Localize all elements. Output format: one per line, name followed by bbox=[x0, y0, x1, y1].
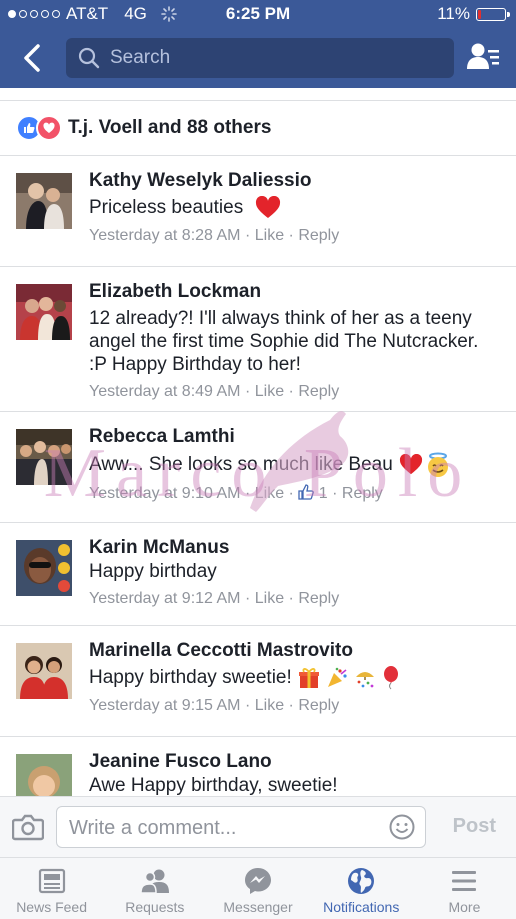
comment-item: Jeanine Fusco Lano Awe Happy birthday, s… bbox=[0, 737, 516, 796]
battery-icon bbox=[476, 7, 510, 21]
top-nav-bar bbox=[0, 28, 516, 88]
comment-input[interactable] bbox=[67, 816, 381, 841]
comment-text: Awe Happy birthday, sweetie! bbox=[89, 775, 338, 796]
thumbs-up-icon bbox=[298, 484, 315, 500]
avatar[interactable] bbox=[16, 643, 72, 699]
comment-item: Elizabeth Lockman 12 already?! I'll alwa… bbox=[0, 267, 516, 412]
tab-notifications[interactable]: Notifications bbox=[310, 858, 413, 919]
like-link[interactable]: Like bbox=[255, 590, 284, 607]
comment-timestamp: Yesterday at 9:10 AM bbox=[89, 485, 241, 502]
reply-link[interactable]: Reply bbox=[298, 590, 339, 607]
comment-meta: Yesterday at 8:49 AM · Like · Reply bbox=[89, 383, 340, 400]
battery-percent: 11% bbox=[437, 4, 470, 23]
top-divider bbox=[0, 88, 516, 101]
tab-requests[interactable]: Requests bbox=[103, 858, 206, 919]
comment-meta: Yesterday at 8:28 AM · Like · Reply bbox=[89, 227, 340, 244]
comment-meta: Yesterday at 9:10 AM · Like · 1 · Reply bbox=[89, 484, 383, 502]
search-input[interactable] bbox=[108, 46, 432, 70]
comment-timestamp: Yesterday at 9:15 AM bbox=[89, 697, 241, 714]
like-link[interactable]: Like bbox=[255, 383, 284, 400]
comment-item: Karin McManus Happy birthday Yesterday a… bbox=[0, 523, 516, 626]
tab-more[interactable]: More bbox=[413, 858, 516, 919]
comment-timestamp: Yesterday at 9:12 AM bbox=[89, 590, 241, 607]
comment-input-box[interactable] bbox=[56, 806, 426, 848]
comment-text: Happy birthday bbox=[89, 561, 217, 582]
comment-author[interactable]: Karin McManus bbox=[89, 536, 500, 560]
comment-text: Aww... She looks so much like Beau bbox=[89, 452, 500, 478]
status-bar: AT&T 4G 6:25 PM 11% bbox=[0, 0, 516, 28]
comment-author[interactable]: Marinella Ceccotti Mastrovito bbox=[89, 639, 500, 663]
comment-item: Marinella Ceccotti Mastrovito Happy birt… bbox=[0, 626, 516, 737]
avatar[interactable] bbox=[16, 429, 72, 485]
emoji-smiley-icon[interactable] bbox=[389, 814, 415, 840]
comment-text: Happy birthday sweetie! bbox=[89, 666, 500, 690]
avatar[interactable] bbox=[16, 754, 72, 796]
news-feed-icon bbox=[38, 868, 65, 894]
confetti-ball-icon bbox=[355, 672, 374, 688]
tab-messenger[interactable]: Messenger bbox=[206, 858, 309, 919]
friends-icon bbox=[140, 869, 169, 894]
reactions-text[interactable]: T.j. Voell and 88 others bbox=[68, 117, 271, 139]
gift-icon bbox=[298, 668, 319, 688]
reply-link[interactable]: Reply bbox=[298, 697, 339, 714]
comment-meta: Yesterday at 9:12 AM · Like · Reply bbox=[89, 590, 340, 607]
comment-author[interactable]: Rebecca Lamthi bbox=[89, 425, 500, 449]
angel-face-icon bbox=[427, 452, 448, 477]
reply-link[interactable]: Reply bbox=[298, 227, 339, 244]
bottom-tab-bar: News Feed Requests Messenger Notificatio… bbox=[0, 857, 516, 919]
comment-text: 12 already?! I'll always think of her as… bbox=[89, 308, 479, 375]
comment-item: Kathy Weselyk Daliessio Priceless beauti… bbox=[0, 156, 516, 267]
balloon-icon bbox=[383, 666, 398, 690]
love-reaction-icon bbox=[36, 115, 62, 141]
back-arrow-icon[interactable] bbox=[18, 42, 48, 74]
comments-list: Kathy Weselyk Daliessio Priceless beauti… bbox=[0, 156, 516, 796]
like-link[interactable]: Like bbox=[255, 227, 284, 244]
messenger-icon bbox=[245, 868, 271, 894]
post-button[interactable]: Post bbox=[453, 815, 496, 838]
comment-author[interactable]: Kathy Weselyk Daliessio bbox=[89, 169, 500, 193]
avatar[interactable] bbox=[16, 284, 72, 340]
party-popper-icon bbox=[327, 667, 347, 687]
comment-author[interactable]: Jeanine Fusco Lano bbox=[89, 750, 500, 774]
like-link[interactable]: Like bbox=[255, 485, 284, 502]
red-heart-icon bbox=[256, 196, 281, 218]
tab-label: Notifications bbox=[323, 899, 400, 915]
globe-icon bbox=[348, 868, 375, 894]
comment-author[interactable]: Elizabeth Lockman bbox=[89, 280, 500, 304]
tab-label: Requests bbox=[125, 899, 185, 915]
search-bar[interactable] bbox=[66, 38, 454, 78]
comment-composer: Post bbox=[0, 796, 516, 857]
avatar[interactable] bbox=[16, 540, 72, 596]
menu-icon bbox=[452, 871, 477, 891]
comment-timestamp: Yesterday at 8:28 AM bbox=[89, 227, 241, 244]
comment-text: Priceless beauties bbox=[89, 196, 500, 220]
comment-meta: Yesterday at 9:15 AM · Like · Reply bbox=[89, 697, 340, 714]
reaction-icons bbox=[16, 115, 62, 141]
search-icon bbox=[78, 47, 100, 69]
friends-list-icon[interactable] bbox=[466, 41, 500, 75]
battery-info: 11% bbox=[437, 4, 510, 24]
like-link[interactable]: Like bbox=[255, 697, 284, 714]
tab-label: Messenger bbox=[223, 899, 293, 915]
red-heart-icon bbox=[399, 454, 422, 475]
reactions-summary[interactable]: T.j. Voell and 88 others bbox=[0, 101, 516, 156]
tab-news-feed[interactable]: News Feed bbox=[0, 858, 103, 919]
reply-link[interactable]: Reply bbox=[342, 485, 383, 502]
like-count[interactable]: 1 bbox=[319, 485, 328, 502]
comment-timestamp: Yesterday at 8:49 AM bbox=[89, 383, 241, 400]
tab-label: News Feed bbox=[16, 899, 87, 915]
comment-item: Rebecca Lamthi Aww... She looks so much … bbox=[0, 412, 516, 523]
avatar[interactable] bbox=[16, 173, 72, 229]
tab-label: More bbox=[448, 899, 481, 915]
reply-link[interactable]: Reply bbox=[298, 383, 339, 400]
camera-icon[interactable] bbox=[12, 813, 44, 841]
